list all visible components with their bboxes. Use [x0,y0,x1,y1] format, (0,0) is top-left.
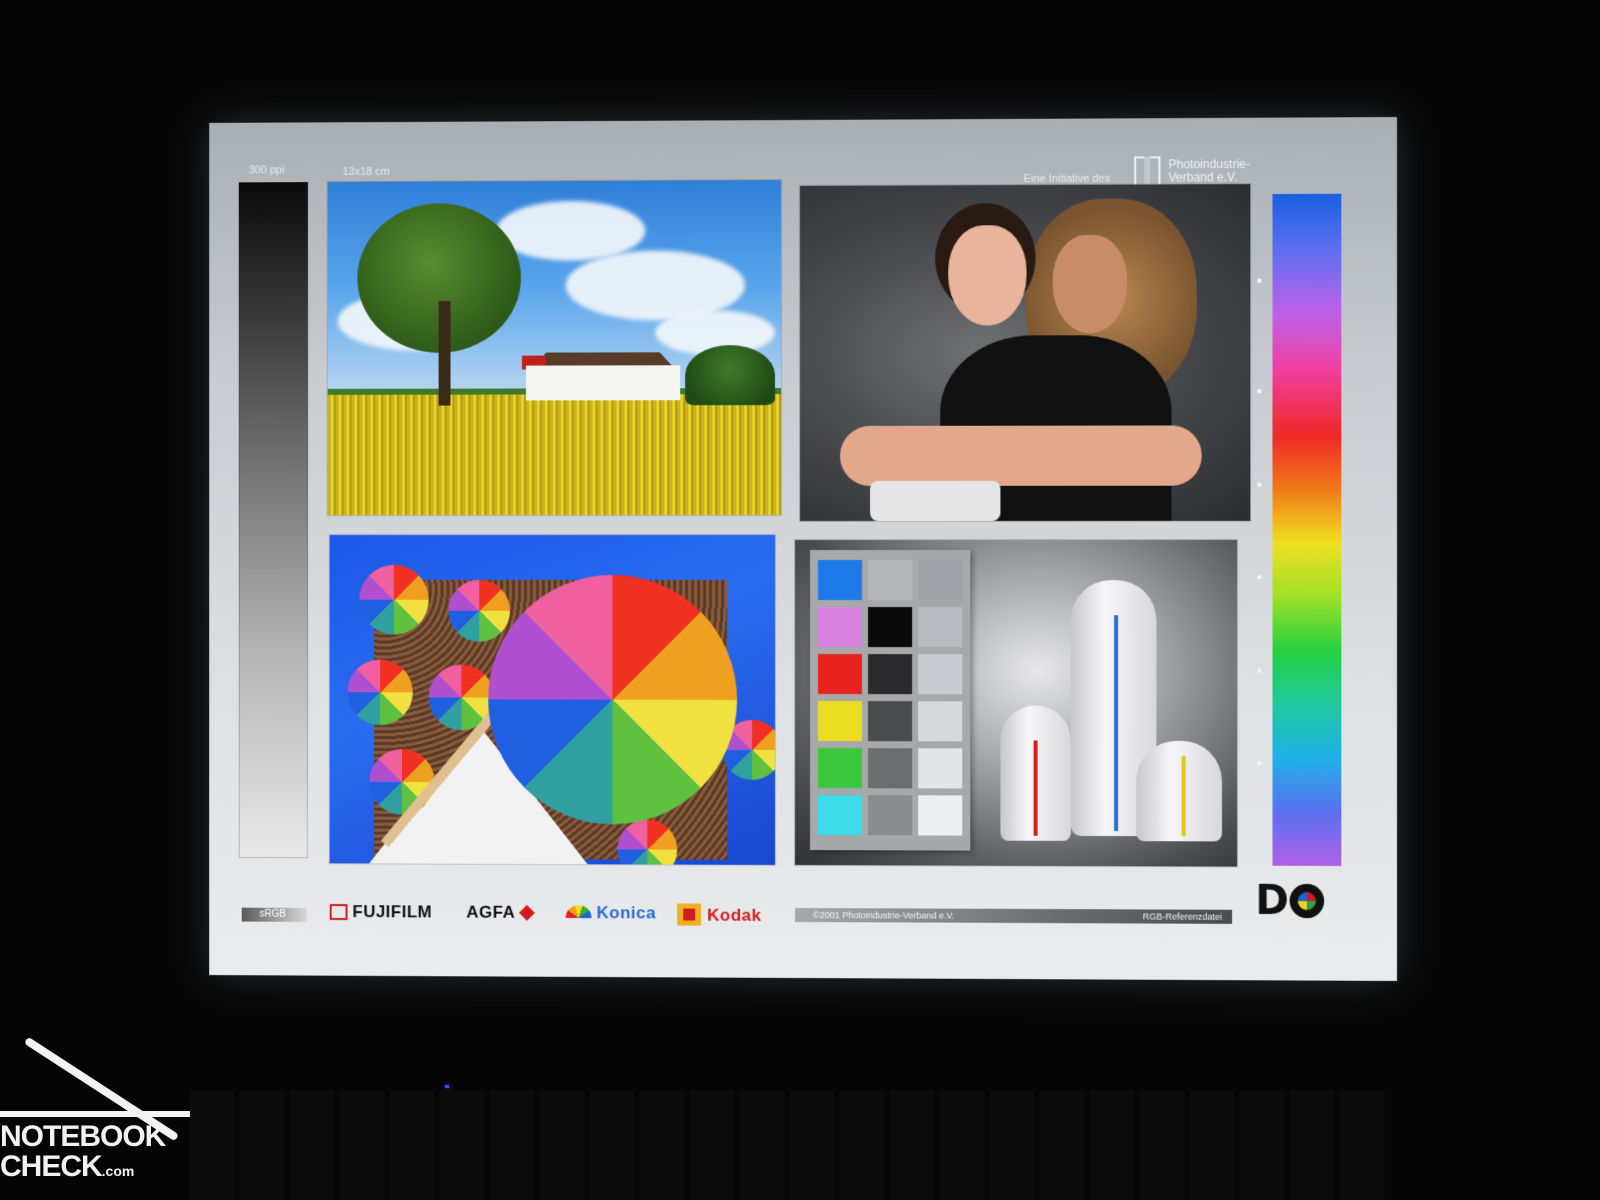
registration-tick [1257,278,1262,283]
watermark-check: CHECK [0,1150,103,1183]
swatch-green [818,748,863,789]
pot-stripe-red [1033,740,1038,836]
jug-stripe [1114,615,1119,832]
swatch-gray [868,701,913,742]
swatch-magenta [818,607,863,648]
arms [840,425,1202,486]
watermark-suffix: .com [101,1163,135,1179]
small-pot-right [1136,740,1222,842]
konica-logo-icon [565,905,592,919]
registration-tick [1257,389,1262,394]
swatch-light-gray [918,748,963,789]
woman-left-face [948,225,1027,326]
reference-text: RGB-Referenzdatei [1142,911,1222,922]
swatch-gray [868,748,913,789]
swatch-gray [868,607,913,648]
swatch-gray [868,654,913,695]
test-chart-sheet: 300 ppi 13x18 cm Eine Initiative des Pho… [209,117,1398,981]
trees-right [685,345,776,406]
fujifilm-logo-icon [329,904,348,921]
copyright-bar: ©2001 Photoindustrie-Verband e.V. RGB-Re… [795,907,1233,924]
laptop-base-icon [0,1111,190,1117]
registration-tick [1257,668,1262,673]
landscape-photo [327,180,782,516]
swatch-light-gray [918,795,963,836]
large-pinwheel [488,574,738,825]
konica-text: Konica [596,903,656,923]
swatch-light-gray [918,654,963,695]
kodak-brand: Kodak [677,903,762,926]
power-led [445,1085,449,1088]
org-name-line2: Verband e.V. [1168,170,1238,185]
registration-tick [1257,482,1262,487]
still-life-photo [795,539,1238,867]
keyboard [190,1090,1390,1200]
woman-right-face [1052,234,1128,334]
pinwheels-photo [329,535,776,865]
swatch-cyan [818,795,863,836]
swatch-gray [868,560,913,601]
agfa-text: AGFA [466,902,516,922]
swatch-gray [868,795,913,836]
swatch-blue [818,560,863,601]
small-pinwheel [359,564,429,635]
gray-ramp [238,182,308,859]
do-logo-icon: D [1255,877,1326,925]
watermark-line2: CHECK.com [0,1150,134,1184]
kodak-logo-icon [677,903,702,926]
swatch-red [818,654,863,695]
small-pinwheel [369,748,435,815]
registration-tick [1257,575,1262,580]
kodak-text: Kodak [707,905,762,925]
small-pinwheel [448,579,511,642]
size-label: 13x18 cm [342,165,390,178]
chair [870,480,1001,521]
watermark-line1: NOTEBOOK [0,1120,166,1153]
rapeseed-field [327,394,782,516]
swatch-light-gray [918,607,963,648]
swatch-yellow [818,701,863,742]
org-name: Photoindustrie- Verband e.V. [1168,157,1250,185]
fujifilm-text: FUJIFILM [352,902,433,922]
small-pinwheel [347,659,413,726]
spectrum-ramp [1272,193,1342,866]
do-logo-letter: D [1255,877,1289,925]
srgb-label: sRGB [241,907,307,922]
copyright-text: ©2001 Photoindustrie-Verband e.V. [812,910,955,921]
konica-brand: Konica [565,903,656,923]
do-logo-ring [1289,883,1325,919]
agfa-brand: AGFA [466,902,536,923]
farmhouse [525,365,681,401]
tree-trunk [438,301,451,406]
swatch-light-gray [918,701,963,742]
portrait-photo [799,184,1251,521]
notebookcheck-logo-icon: NOTEBOOK CHECK.com [0,1010,200,1200]
agfa-logo-icon [519,904,536,921]
initiative-label: Eine Initiative des [1023,172,1111,186]
pot-stripe-yellow [1181,755,1186,837]
swatch-light-gray [918,560,963,601]
fujifilm-brand: FUJIFILM [329,902,433,922]
ppi-label: 300 ppi [248,164,285,177]
color-checker-card [809,550,971,851]
registration-tick [1257,761,1262,766]
